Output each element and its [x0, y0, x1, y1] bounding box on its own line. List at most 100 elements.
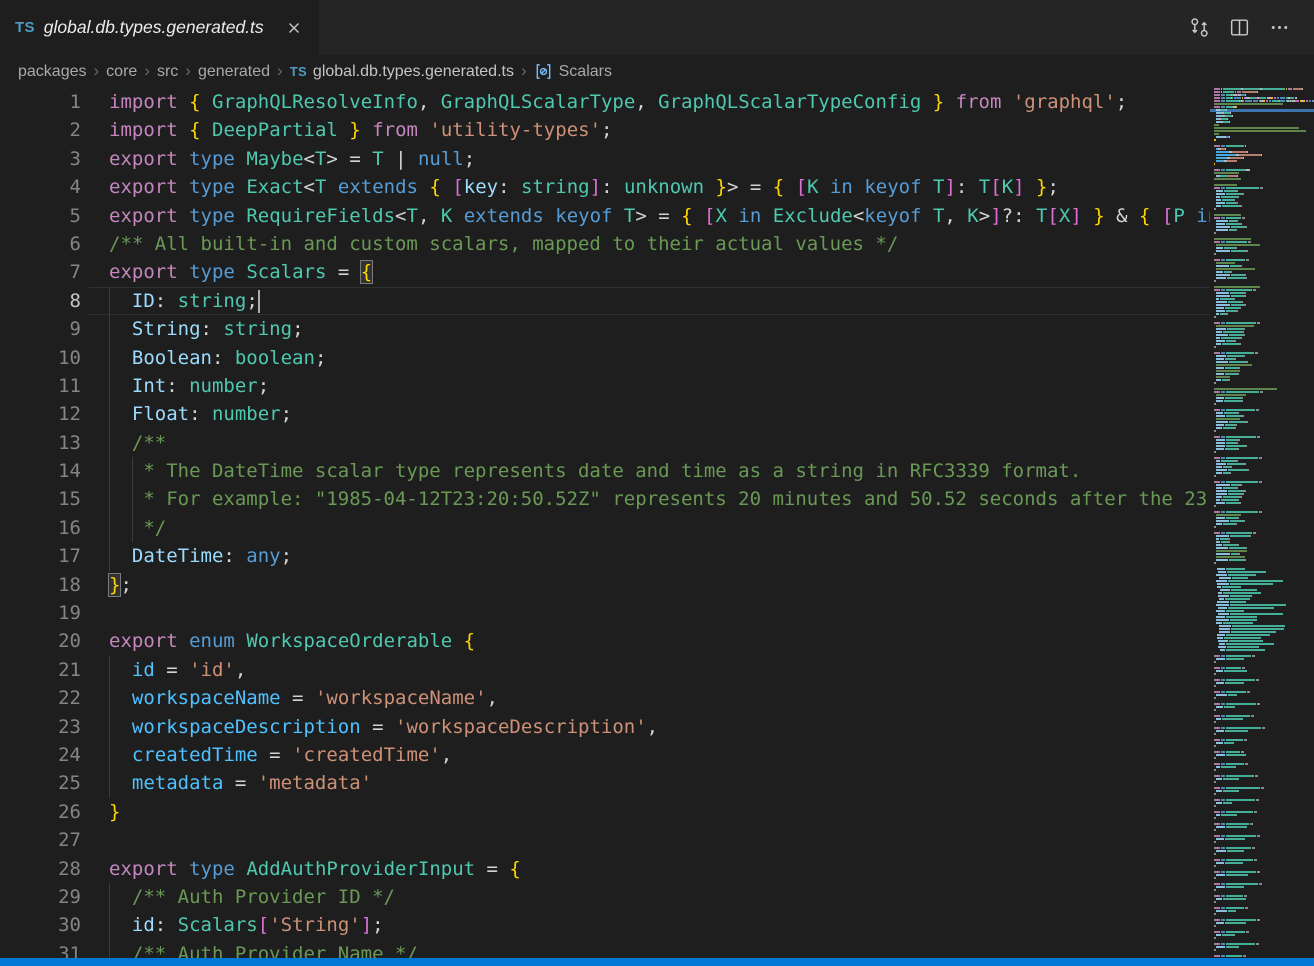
code-line-content: Int: number;: [81, 372, 1210, 400]
code-line-content: /** All built-in and custom scalars, map…: [81, 230, 1210, 258]
code-line-content: export type Scalars = {: [81, 258, 1210, 286]
code-line[interactable]: 19: [0, 599, 1210, 627]
indent-guide: [109, 514, 110, 542]
line-number: 23: [0, 713, 81, 741]
line-number: 31: [0, 940, 81, 958]
indent-guide: [109, 741, 110, 769]
code-line[interactable]: 30 id: Scalars['String'];: [0, 911, 1210, 939]
code-line[interactable]: 16 */: [0, 514, 1210, 542]
code-line-content: Float: number;: [81, 400, 1210, 428]
chevron-right-icon: ›: [521, 61, 527, 81]
line-number: 13: [0, 429, 81, 457]
close-icon: [287, 21, 301, 35]
status-bar[interactable]: [0, 958, 1314, 966]
line-number: 5: [0, 202, 81, 230]
tab-close-button[interactable]: [283, 17, 305, 39]
line-number: 6: [0, 230, 81, 258]
indent-guide: [109, 883, 110, 911]
code-line[interactable]: 23 workspaceDescription = 'workspaceDesc…: [0, 713, 1210, 741]
code-line[interactable]: 15 * For example: "1985-04-12T23:20:50.5…: [0, 485, 1210, 513]
code-line[interactable]: 29 /** Auth Provider ID */: [0, 883, 1210, 911]
indent-guide: [109, 372, 110, 400]
breadcrumb-item-symbol[interactable]: Scalars: [534, 62, 612, 81]
code-line[interactable]: 12 Float: number;: [0, 400, 1210, 428]
line-number: 28: [0, 855, 81, 883]
code-line[interactable]: 7export type Scalars = {: [0, 258, 1210, 286]
code-line-content: export type RequireFields<T, K extends k…: [81, 202, 1210, 230]
breadcrumb-item-src[interactable]: src: [157, 63, 178, 81]
code-line[interactable]: 10 Boolean: boolean;: [0, 344, 1210, 372]
code-line[interactable]: 1import { GraphQLResolveInfo, GraphQLSca…: [0, 88, 1210, 116]
code-line[interactable]: 8 ID: string;: [0, 287, 1210, 315]
code-line-content: * For example: "1985-04-12T23:20:50.52Z"…: [81, 485, 1210, 513]
code-line-content: */: [81, 514, 1210, 542]
code-line[interactable]: 22 workspaceName = 'workspaceName',: [0, 684, 1210, 712]
indent-guide: [109, 287, 110, 315]
code-line[interactable]: 27: [0, 826, 1210, 854]
breadcrumb-item-core[interactable]: core: [106, 63, 137, 81]
split-editor-button[interactable]: [1224, 13, 1254, 43]
code-line[interactable]: 3export type Maybe<T> = T | null;: [0, 145, 1210, 173]
line-number: 1: [0, 88, 81, 116]
tab-bar: TS global.db.types.generated.ts: [0, 0, 1314, 55]
symbol-type-icon: [534, 62, 553, 81]
line-number: 9: [0, 315, 81, 343]
breadcrumb-item-packages[interactable]: packages: [18, 63, 87, 81]
code-line[interactable]: 26}: [0, 798, 1210, 826]
breadcrumb: packages›core›src›generated›TSglobal.db.…: [0, 55, 1314, 88]
code-line-content: workspaceName = 'workspaceName',: [81, 684, 1210, 712]
code-line[interactable]: 31 /** Auth Provider Name */: [0, 940, 1210, 958]
indent-guide: [109, 684, 110, 712]
line-number: 12: [0, 400, 81, 428]
code-line-content: ID: string;: [81, 287, 1210, 315]
code-line[interactable]: 24 createdTime = 'createdTime',: [0, 741, 1210, 769]
code-line[interactable]: 21 id = 'id',: [0, 656, 1210, 684]
code-line-content: export type Maybe<T> = T | null;: [81, 145, 1210, 173]
compare-changes-icon: [1188, 16, 1211, 39]
code-line-content: id: Scalars['String'];: [81, 911, 1210, 939]
code-line[interactable]: 6/** All built-in and custom scalars, ma…: [0, 230, 1210, 258]
code-line-content: metadata = 'metadata': [81, 769, 1210, 797]
code-line-content: DateTime: any;: [81, 542, 1210, 570]
editor-actions: [1184, 0, 1314, 55]
chevron-right-icon: ›: [144, 61, 150, 81]
line-number: 14: [0, 457, 81, 485]
line-number: 7: [0, 258, 81, 286]
code-viewport[interactable]: 1import { GraphQLResolveInfo, GraphQLSca…: [0, 88, 1210, 958]
code-line[interactable]: 13 /**: [0, 429, 1210, 457]
split-editor-icon: [1228, 16, 1251, 39]
code-line[interactable]: 14 * The DateTime scalar type represents…: [0, 457, 1210, 485]
line-number: 10: [0, 344, 81, 372]
editor-tab[interactable]: TS global.db.types.generated.ts: [0, 0, 319, 55]
code-line-content: };: [81, 571, 1210, 599]
line-number: 25: [0, 769, 81, 797]
minimap[interactable]: [1210, 88, 1314, 958]
code-line[interactable]: 9 String: string;: [0, 315, 1210, 343]
code-line[interactable]: 11 Int: number;: [0, 372, 1210, 400]
breadcrumb-item-generated[interactable]: generated: [198, 63, 270, 81]
code-line-content: * The DateTime scalar type represents da…: [81, 457, 1210, 485]
code-line[interactable]: 25 metadata = 'metadata': [0, 769, 1210, 797]
code-line[interactable]: 28export type AddAuthProviderInput = {: [0, 855, 1210, 883]
indent-guide: [132, 514, 133, 542]
indent-guide: [109, 457, 110, 485]
code-line-content: export type Exact<T extends { [key: stri…: [81, 173, 1210, 201]
more-actions-button[interactable]: [1264, 13, 1294, 43]
indent-guide: [109, 344, 110, 372]
code-line[interactable]: 5export type RequireFields<T, K extends …: [0, 202, 1210, 230]
compare-changes-button[interactable]: [1184, 13, 1214, 43]
code-line[interactable]: 17 DateTime: any;: [0, 542, 1210, 570]
code-line[interactable]: 20export enum WorkspaceOrderable {: [0, 627, 1210, 655]
line-number: 20: [0, 627, 81, 655]
line-number: 30: [0, 911, 81, 939]
indent-guide: [109, 769, 110, 797]
indent-guide: [109, 542, 110, 570]
indent-guide: [109, 911, 110, 939]
breadcrumb-item-file[interactable]: TSglobal.db.types.generated.ts: [290, 63, 514, 81]
ellipsis-icon: [1268, 16, 1291, 39]
code-line[interactable]: 18};: [0, 571, 1210, 599]
code-line[interactable]: 2import { DeepPartial } from 'utility-ty…: [0, 116, 1210, 144]
line-number: 21: [0, 656, 81, 684]
code-line-content: [81, 826, 1210, 854]
code-line[interactable]: 4export type Exact<T extends { [key: str…: [0, 173, 1210, 201]
